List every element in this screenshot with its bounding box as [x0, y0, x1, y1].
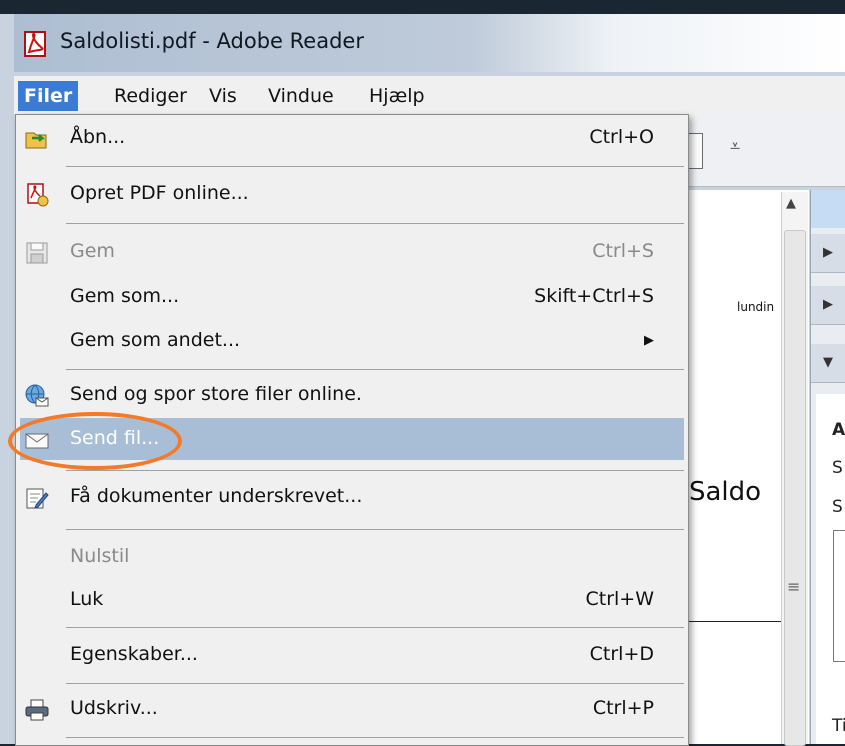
scroll-grip-icon: ≡ — [787, 577, 801, 596]
menu-item-shortcut: Ctrl+O — [589, 126, 654, 148]
toolbar — [685, 114, 845, 187]
menu-item-open[interactable]: Åbn... Ctrl+O — [18, 120, 684, 158]
menu-vindue[interactable]: Vindue — [262, 81, 340, 111]
menu-separator — [66, 627, 684, 628]
menu-item-shortcut: Ctrl+P — [592, 697, 654, 719]
menu-item-save-as-other[interactable]: Gem som andet... ▶ — [18, 323, 684, 361]
menu-separator — [66, 369, 684, 370]
menu-item-label: Opret PDF online... — [70, 182, 249, 204]
menu-item-reset[interactable]: Nulstil — [18, 539, 684, 577]
document-rule — [685, 621, 781, 622]
panel-text: A — [832, 420, 845, 440]
save-disk-icon — [24, 240, 50, 266]
menu-item-label: Gem — [70, 240, 115, 262]
menu-item-label: Nulstil — [70, 545, 130, 567]
annotation-circle — [8, 412, 182, 470]
panel-input-box[interactable] — [833, 530, 845, 662]
menu-separator — [66, 223, 684, 224]
create-pdf-icon — [24, 182, 50, 208]
menu-item-shortcut: Ctrl+D — [589, 643, 654, 665]
menu-filer[interactable]: Filer — [18, 81, 79, 111]
menu-item-save-as[interactable]: Gem som... Skift+Ctrl+S — [18, 279, 684, 317]
menu-item-label: Egenskaber... — [70, 643, 198, 665]
open-folder-icon — [24, 126, 50, 152]
toolbar-overflow-icon[interactable]: ⩡ — [730, 136, 740, 157]
menu-item-label: Få dokumenter underskrevet... — [70, 485, 363, 507]
menu-item-close[interactable]: Luk Ctrl+W — [18, 582, 684, 620]
menu-item-label: Luk — [70, 588, 104, 610]
menu-item-label: Gem som andet... — [70, 329, 241, 351]
panel-text: S — [832, 497, 843, 517]
panel-text: Ti — [832, 716, 845, 736]
panel-expand-icon[interactable]: ▶ — [811, 286, 845, 325]
menu-item-send-track[interactable]: Send og spor store filer online. — [18, 377, 684, 415]
scroll-thumb[interactable] — [784, 230, 806, 746]
menu-separator — [66, 529, 684, 530]
scroll-up-icon[interactable]: ▲ — [786, 196, 796, 211]
window-title: Saldolisti.pdf - Adobe Reader — [60, 29, 364, 53]
menu-rediger[interactable]: Rediger — [108, 81, 193, 111]
menu-item-print[interactable]: Udskriv... Ctrl+P — [18, 691, 684, 729]
submenu-arrow-icon: ▶ — [644, 333, 654, 348]
menu-item-properties[interactable]: Egenskaber... Ctrl+D — [18, 637, 684, 675]
menu-item-label: Send og spor store filer online. — [70, 383, 362, 405]
menu-separator — [66, 683, 684, 684]
document-text-small: lundin — [737, 300, 775, 314]
menu-item-save[interactable]: Gem Ctrl+S — [18, 234, 684, 272]
sign-document-icon — [24, 485, 50, 511]
menu-item-shortcut: Ctrl+S — [592, 240, 654, 262]
globe-envelope-icon — [24, 383, 50, 409]
panel-text: S — [832, 458, 843, 478]
menu-vis[interactable]: Vis — [203, 81, 243, 111]
menu-hjaelp[interactable]: Hjælp — [363, 81, 431, 111]
menu-separator — [66, 737, 684, 738]
panel-expand-icon[interactable]: ▶ — [811, 234, 845, 273]
menu-separator — [66, 470, 684, 471]
menu-item-label: Gem som... — [70, 285, 180, 307]
menu-item-get-signed[interactable]: Få dokumenter underskrevet... — [18, 479, 684, 517]
printer-icon — [24, 697, 50, 723]
menu-item-label: Åbn... — [70, 126, 126, 148]
menu-item-create-pdf-online[interactable]: Opret PDF online... — [18, 176, 684, 214]
menu-item-label: Udskriv... — [70, 697, 158, 719]
menu-item-shortcut: Skift+Ctrl+S — [534, 285, 654, 307]
panel-collapse-icon[interactable]: ▼ — [811, 344, 845, 383]
adobe-pdf-icon — [22, 30, 52, 58]
menu-separator — [66, 166, 684, 167]
document-heading: Saldo — [689, 477, 762, 507]
right-panel-header — [811, 190, 845, 228]
menu-item-shortcut: Ctrl+W — [585, 588, 654, 610]
